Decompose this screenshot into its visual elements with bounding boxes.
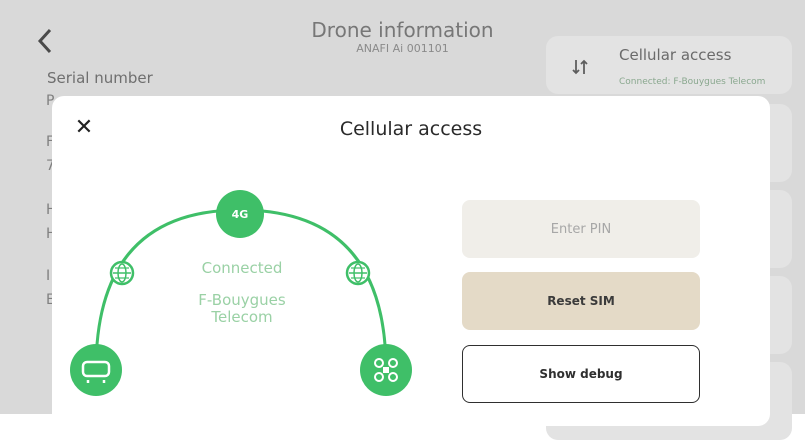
operator-line: Telecom	[211, 308, 273, 326]
reset-sim-button[interactable]: Reset SIM	[462, 272, 700, 330]
network-badge-label: 4G	[232, 208, 249, 221]
cellular-access-card[interactable]: Cellular access Connected: F-Bouygues Te…	[546, 36, 792, 94]
connection-status: Connected	[201, 259, 283, 277]
drone-icon	[360, 344, 412, 396]
serial-number-label: Serial number	[47, 69, 153, 87]
operator-name: F-Bouygues Telecom	[184, 292, 300, 326]
cellular-card-status: Connected: F-Bouygues Telecom	[619, 77, 766, 87]
controller-icon	[70, 344, 122, 396]
globe-icon	[109, 260, 135, 286]
show-debug-button[interactable]: Show debug	[462, 345, 700, 403]
field-label-peek: I	[46, 268, 51, 284]
operator-line: F-Bouygues	[198, 291, 286, 309]
arrows-up-down-icon	[572, 59, 588, 75]
cellular-card-title: Cellular access	[619, 46, 732, 64]
enter-pin-button[interactable]: Enter PIN	[462, 200, 700, 258]
network-badge: 4G	[216, 190, 264, 238]
cellular-access-dialog: ✕ Cellular access 4G Connected F-Bouygue…	[52, 96, 770, 426]
globe-icon	[345, 260, 371, 286]
